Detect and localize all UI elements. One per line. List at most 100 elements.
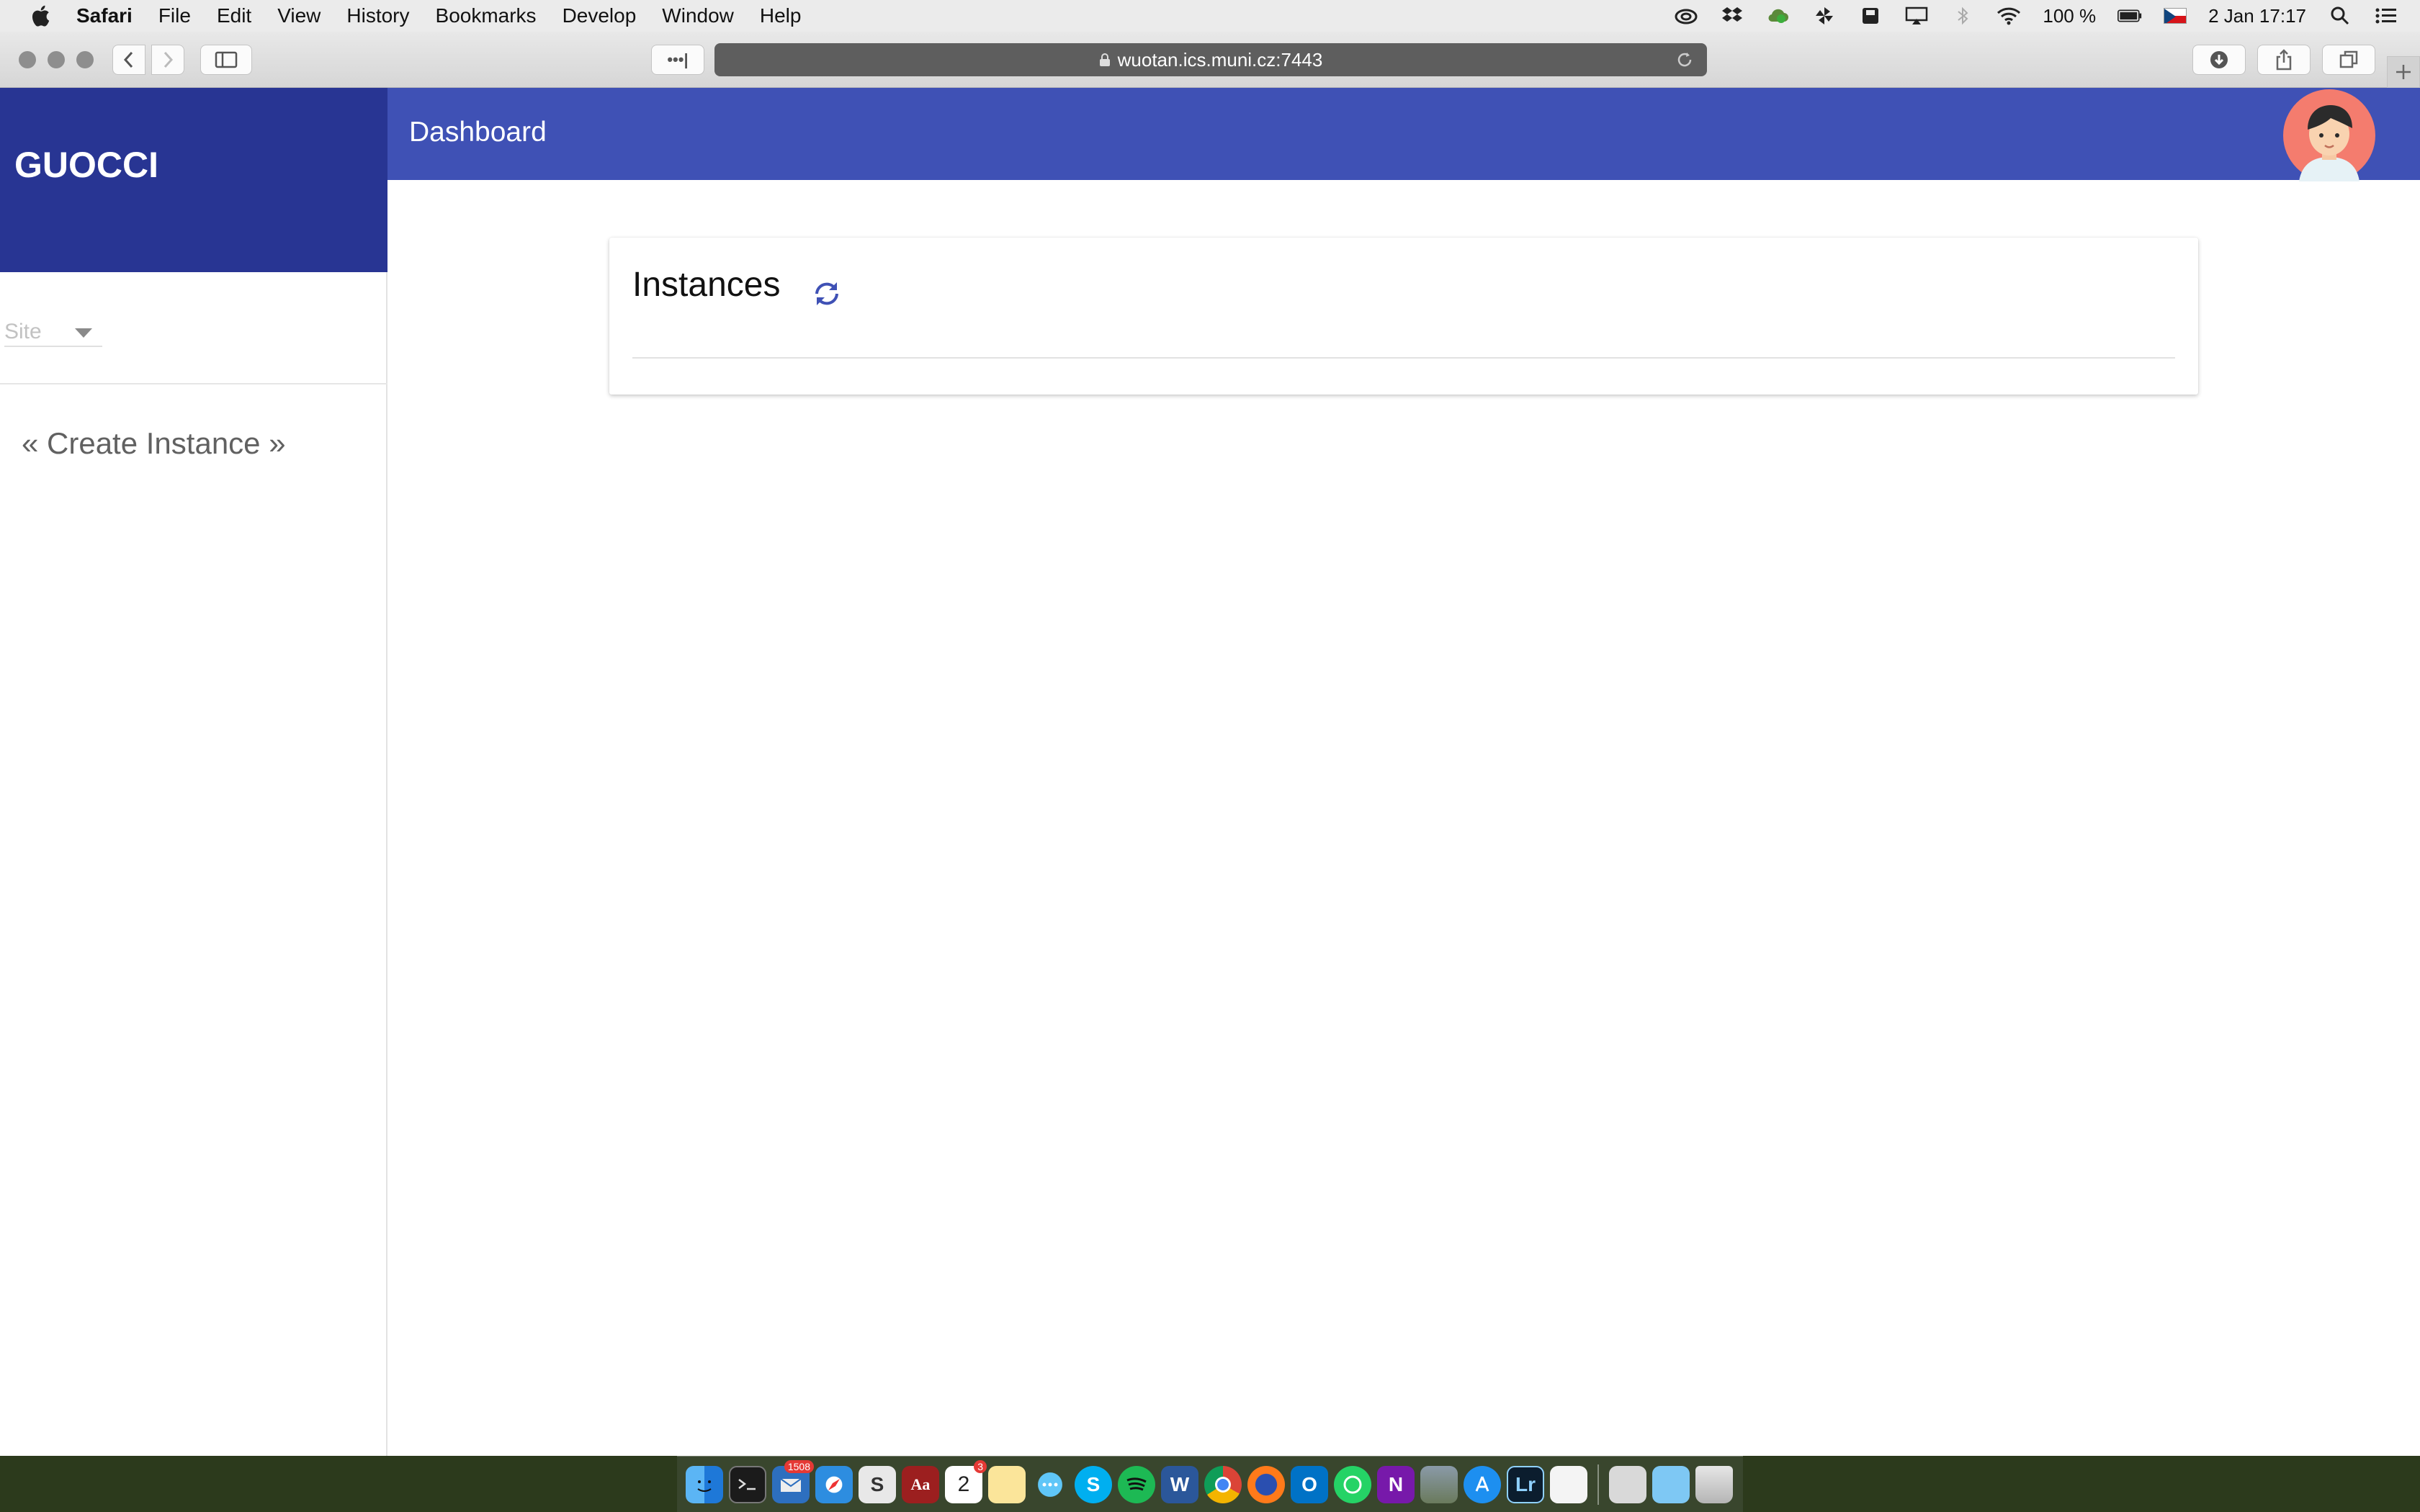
instances-card: Instances xyxy=(609,238,2198,395)
sidebar: Site « Create Instance » xyxy=(0,272,387,1456)
outlook-icon[interactable]: O xyxy=(1291,1465,1328,1503)
spotify-icon[interactable] xyxy=(1118,1465,1155,1503)
disk-icon[interactable] xyxy=(1858,5,1883,27)
battery-percent: 100 % xyxy=(2043,4,2097,27)
bluetooth-icon[interactable] xyxy=(1950,5,1975,27)
word-icon[interactable]: W xyxy=(1161,1465,1198,1503)
sidebar-toggle-button[interactable] xyxy=(200,45,252,75)
skype-icon[interactable]: S xyxy=(1075,1465,1112,1503)
user-avatar[interactable] xyxy=(2283,89,2375,181)
battery-icon[interactable] xyxy=(2118,5,2142,27)
dictionary-icon[interactable]: Aa xyxy=(902,1465,939,1503)
messages-icon[interactable] xyxy=(1031,1465,1069,1503)
onenote-icon[interactable]: N xyxy=(1377,1465,1415,1503)
spotlight-search-icon[interactable] xyxy=(2328,5,2352,27)
sidebar-icon xyxy=(215,51,238,68)
download-icon xyxy=(2210,51,2228,68)
menu-view[interactable]: View xyxy=(277,0,321,32)
notes-icon[interactable] xyxy=(988,1465,1026,1503)
forward-button[interactable] xyxy=(151,45,184,75)
clock[interactable]: 2 Jan 17:17 xyxy=(2208,5,2306,27)
menu-bookmarks[interactable]: Bookmarks xyxy=(436,0,537,32)
apple-icon[interactable] xyxy=(29,3,55,29)
app-logo-text[interactable]: GUOCCI xyxy=(14,144,158,186)
app-store-icon[interactable] xyxy=(1464,1465,1501,1503)
dropbox-icon[interactable] xyxy=(1720,5,1744,27)
card-divider xyxy=(632,357,2175,359)
brand-header: GUOCCI xyxy=(0,88,387,272)
trash-icon[interactable] xyxy=(1695,1465,1733,1503)
dictionary-label: Aa xyxy=(910,1475,931,1493)
menu-file[interactable]: File xyxy=(158,0,191,32)
page-title: Dashboard xyxy=(409,117,547,148)
minimize-window-button[interactable] xyxy=(48,51,65,68)
new-tab-button[interactable] xyxy=(2387,56,2420,88)
chrome-icon[interactable] xyxy=(1204,1465,1242,1503)
share-button[interactable] xyxy=(2257,45,2311,75)
lock-icon xyxy=(1099,53,1110,66)
whatsapp-icon[interactable] xyxy=(1334,1465,1371,1503)
calendar-badge: 3 xyxy=(974,1459,987,1473)
czech-flag-icon[interactable] xyxy=(2164,8,2187,24)
menu-edit[interactable]: Edit xyxy=(217,0,251,32)
firefox-icon[interactable] xyxy=(1247,1465,1285,1503)
share-icon xyxy=(2276,49,2292,71)
slack-icon[interactable]: S xyxy=(859,1465,896,1503)
thunderbird-icon[interactable]: 1508 xyxy=(772,1459,814,1503)
thunderbird-badge: 1508 xyxy=(784,1459,814,1473)
creative-cloud-icon[interactable] xyxy=(1674,5,1698,27)
word-label: W xyxy=(1170,1472,1190,1495)
terminal-icon[interactable] xyxy=(729,1465,766,1503)
lightroom-label: Lr xyxy=(1515,1472,1536,1495)
plus-icon xyxy=(2396,65,2411,79)
refresh-icon[interactable] xyxy=(810,276,844,311)
more-menu-button[interactable]: •••| xyxy=(651,45,704,75)
safari-icon[interactable] xyxy=(815,1465,853,1503)
app-top-bar: Dashboard xyxy=(387,88,2420,181)
dock: 1508 S Aa 2 3 S W O N Lr xyxy=(677,1456,1743,1512)
finder-icon[interactable] xyxy=(686,1465,723,1503)
downloads-button[interactable] xyxy=(2192,45,2246,75)
skype-label: S xyxy=(1086,1472,1101,1495)
site-select-placeholder: Site xyxy=(4,320,42,343)
cloud-sync-icon[interactable] xyxy=(1766,5,1791,27)
calendar-icon[interactable]: 2 3 xyxy=(945,1459,987,1503)
pinwheel-icon[interactable] xyxy=(1812,5,1837,27)
sidebar-divider xyxy=(0,383,387,384)
textedit-icon[interactable] xyxy=(1550,1465,1587,1503)
printer-icon[interactable] xyxy=(1609,1465,1646,1503)
web-page: GUOCCI Dashboard Site « Create Instance … xyxy=(0,88,2420,1456)
outlook-label: O xyxy=(1301,1472,1317,1495)
slack-label: S xyxy=(870,1472,884,1495)
site-select[interactable]: Site xyxy=(4,318,102,347)
url-text: wuotan.ics.muni.cz:7443 xyxy=(1117,48,1323,71)
preview-icon[interactable] xyxy=(1420,1465,1458,1503)
close-window-button[interactable] xyxy=(19,51,36,68)
onenote-label: N xyxy=(1388,1472,1404,1495)
chevron-right-icon xyxy=(163,51,174,68)
lightroom-icon[interactable]: Lr xyxy=(1507,1465,1544,1503)
tabs-overview-button[interactable] xyxy=(2322,45,2375,75)
dock-separator xyxy=(1597,1464,1599,1505)
tabs-icon xyxy=(2339,50,2358,68)
dropdown-arrow-icon xyxy=(75,328,92,338)
chevron-left-icon xyxy=(123,51,133,68)
zoom-window-button[interactable] xyxy=(76,51,94,68)
airplay-icon[interactable] xyxy=(1904,5,1929,27)
create-instance-link[interactable]: « Create Instance » xyxy=(22,426,286,461)
menu-app-safari[interactable]: Safari xyxy=(76,0,133,32)
calendar-day: 2 xyxy=(957,1472,970,1496)
menu-develop[interactable]: Develop xyxy=(563,0,637,32)
menu-window[interactable]: Window xyxy=(662,0,734,32)
back-button[interactable] xyxy=(112,45,145,75)
browser-toolbar: •••| wuotan.ics.muni.cz:7443 xyxy=(0,32,2420,88)
reload-icon[interactable] xyxy=(1675,50,1694,69)
downloads-folder-icon[interactable] xyxy=(1652,1465,1690,1503)
menu-history[interactable]: History xyxy=(346,0,409,32)
notification-center-icon[interactable] xyxy=(2374,5,2398,27)
menu-bar: Safari File Edit View History Bookmarks … xyxy=(0,0,2420,32)
menu-help[interactable]: Help xyxy=(760,0,802,32)
status-menus: 100 % 2 Jan 17:17 xyxy=(1674,0,2398,32)
address-bar[interactable]: wuotan.ics.muni.cz:7443 xyxy=(714,43,1707,76)
wifi-icon[interactable] xyxy=(1996,5,2021,27)
